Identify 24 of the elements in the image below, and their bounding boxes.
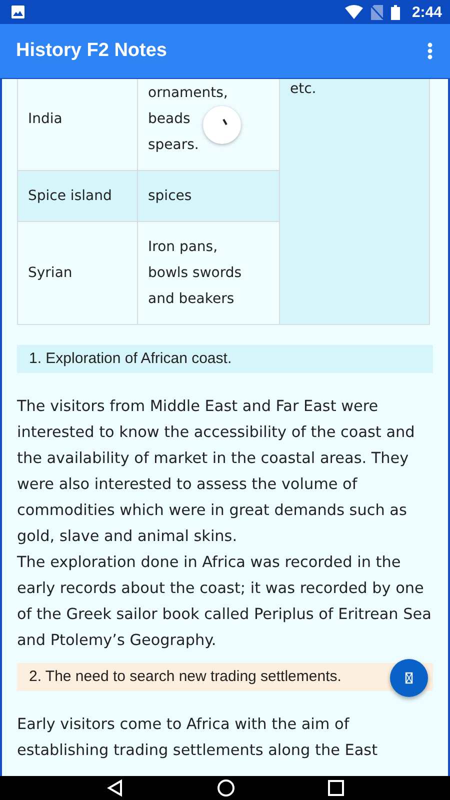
wifi-icon xyxy=(344,5,363,19)
paragraph: Early visitors come to Africa with the aim of establishing trading settlements along the East xyxy=(17,714,379,761)
section-heading: 2. The need to search new trading settlements. xyxy=(17,663,433,691)
table-cell: India xyxy=(18,79,138,171)
table-cell: etc. xyxy=(280,79,430,325)
image-icon xyxy=(11,5,25,19)
more-options-icon[interactable] xyxy=(427,42,433,60)
table-cell: Spice island xyxy=(18,171,138,222)
floating-action-button[interactable] xyxy=(390,659,428,697)
clock: 2:44 xyxy=(412,4,442,20)
battery-icon xyxy=(390,4,400,20)
section-heading: 1. Exploration of African coast. xyxy=(17,345,433,373)
recents-icon[interactable] xyxy=(328,780,344,796)
table-cell: Syrian xyxy=(18,222,138,325)
no-sim-icon xyxy=(370,4,383,20)
table-cell: Iron pans, bowls swords and beakers xyxy=(138,222,280,325)
table-cell: ornaments, beads spears. xyxy=(138,79,280,171)
paragraph: The exploration done in Africa was recorded in the early records about the coast; it was recorded by one of the Greek sailor book called Periplus of Eritrean Sea and Ptolemy’s Geography. xyxy=(17,552,432,651)
home-icon[interactable] xyxy=(216,779,235,797)
paragraph: The visitors from Middle East and Far East were interested to know the accessibility of the coast and the availability of market in the coastal areas. They were also interested to assess the volume of commodities which were in great demands such as gold, slave and animal skins. xyxy=(17,396,416,547)
back-icon[interactable] xyxy=(106,779,124,797)
box-icon xyxy=(405,672,413,684)
app-title: History F2 Notes xyxy=(16,40,167,62)
table-cell: spices xyxy=(138,171,280,222)
